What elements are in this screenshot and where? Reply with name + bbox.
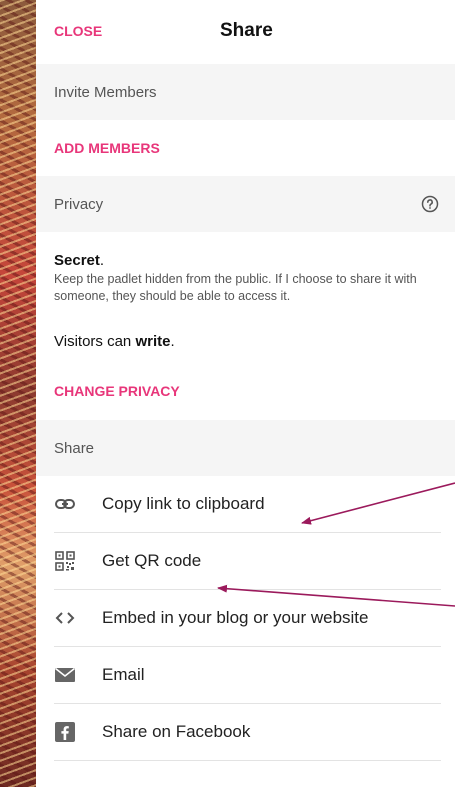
visitors-permission: Visitors can write.: [54, 333, 435, 350]
option-label: Embed in your blog or your website: [102, 608, 369, 627]
change-privacy-button[interactable]: CHANGE PRIVACY: [54, 362, 435, 420]
facebook-option[interactable]: Share on Facebook: [54, 704, 441, 761]
code-icon: [54, 607, 76, 629]
invite-members-label: Invite Members: [54, 83, 157, 101]
link-icon: [54, 493, 76, 515]
email-option[interactable]: Email: [54, 647, 441, 704]
visitors-perm: write: [135, 333, 171, 350]
privacy-level-name: Secret: [54, 252, 100, 269]
panel-header: CLOSE Share: [36, 0, 455, 64]
copy-link-option[interactable]: Copy link to clipboard: [54, 476, 441, 533]
background-strip: [0, 0, 36, 787]
privacy-label: Privacy: [54, 195, 104, 213]
visitors-suffix: .: [170, 333, 175, 350]
qr-code-icon: [54, 550, 76, 572]
privacy-description: Keep the padlet hidden from the public. …: [54, 272, 417, 303]
invite-members-heading: Invite Members: [36, 64, 455, 120]
option-label: Get QR code: [102, 551, 202, 570]
share-heading: Share: [36, 420, 455, 476]
add-members-label: ADD MEMBERS: [54, 140, 160, 156]
share-options: Copy link to clipboard Get QR code Embed…: [36, 476, 455, 761]
embed-option[interactable]: Embed in your blog or your website: [54, 590, 441, 647]
help-icon[interactable]: [421, 195, 439, 213]
visitors-prefix: Visitors can: [54, 333, 136, 350]
facebook-icon: [54, 721, 76, 743]
privacy-level-suffix: .: [99, 252, 105, 269]
option-label: Share on Facebook: [102, 722, 251, 741]
option-label: Email: [102, 665, 145, 684]
share-panel: CLOSE Share Invite Members ADD MEMBERS P…: [36, 0, 455, 787]
email-icon: [54, 664, 76, 686]
add-members-button[interactable]: ADD MEMBERS: [36, 120, 455, 176]
page-title: Share: [220, 20, 273, 41]
qr-code-option[interactable]: Get QR code: [54, 533, 441, 590]
change-privacy-label: CHANGE PRIVACY: [54, 383, 180, 399]
privacy-heading: Privacy: [36, 176, 455, 232]
option-label: Copy link to clipboard: [102, 494, 265, 513]
privacy-details: Secret. Keep the padlet hidden from the …: [36, 232, 455, 420]
close-button[interactable]: CLOSE: [54, 23, 102, 39]
share-label: Share: [54, 439, 95, 457]
privacy-level: Secret.: [54, 252, 435, 269]
